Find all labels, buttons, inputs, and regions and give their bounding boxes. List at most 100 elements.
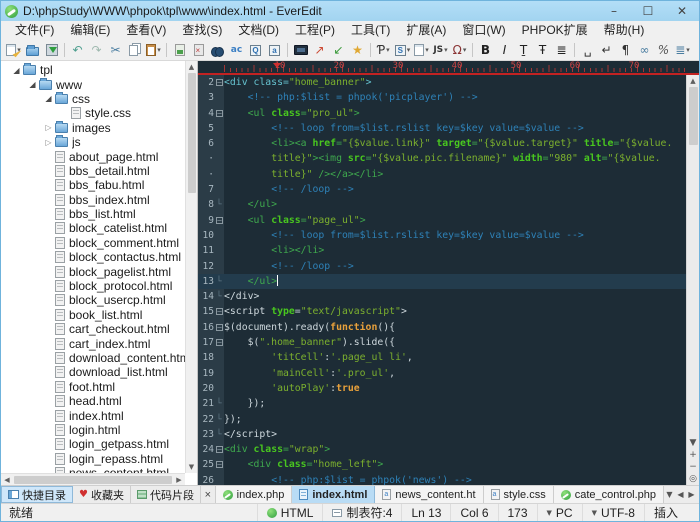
tree-item-download_list.html[interactable]: download_list.html xyxy=(1,365,197,379)
code-line-18[interactable]: 18'titCell':'.page_ul li', xyxy=(198,350,686,365)
tree-item-about_page.html[interactable]: about_page.html xyxy=(1,149,197,163)
tree-item-download_content.html[interactable]: download_content.html xyxy=(1,351,197,365)
status-tab-size[interactable]: 制表符:4 xyxy=(322,504,401,521)
zoom-reset-icon[interactable]: ◎ xyxy=(689,473,697,485)
favorites-button[interactable]: ★ xyxy=(349,42,366,59)
menu-item[interactable]: 帮助(H) xyxy=(596,21,653,40)
dropdown-icon[interactable]: ▾ xyxy=(407,46,411,54)
cut-button[interactable]: ✂ xyxy=(107,42,124,59)
tree-item-css[interactable]: ◢css xyxy=(1,92,197,106)
panel-tab-收藏夹[interactable]: ♥收藏夹 xyxy=(73,486,131,503)
show-spaces-button[interactable]: ␣ xyxy=(579,42,596,59)
tree-item-block_pagelist.html[interactable]: block_pagelist.html xyxy=(1,264,197,278)
code-line-13[interactable]: 13└</ul> xyxy=(198,274,686,289)
code-line-·[interactable]: ·title}"><img src="{$value.pic.filename}… xyxy=(198,151,686,166)
dropdown-icon[interactable]: ▾ xyxy=(686,46,690,54)
menu-item[interactable]: 工具(T) xyxy=(343,21,398,40)
code-line-21[interactable]: 21└}); xyxy=(198,396,686,411)
code-line-12[interactable]: 12<!-- /loop --> xyxy=(198,259,686,274)
trim-button[interactable]: % xyxy=(655,42,672,59)
print-button[interactable] xyxy=(171,42,188,59)
fold-collapse-icon[interactable]: – xyxy=(214,442,224,457)
tree-item-head.html[interactable]: head.html xyxy=(1,394,197,408)
scroll-up-icon[interactable]: ▲ xyxy=(189,61,194,73)
tree-expand-icon[interactable]: ◢ xyxy=(11,66,22,75)
tree-item-bbs_index.html[interactable]: bbs_index.html xyxy=(1,193,197,207)
menu-item[interactable]: 查找(S) xyxy=(174,21,230,40)
tree-item-block_contactus.html[interactable]: block_contactus.html xyxy=(1,250,197,264)
tree-item-bbs_fabu.html[interactable]: bbs_fabu.html xyxy=(1,178,197,192)
code-line-23[interactable]: 23└</script> xyxy=(198,427,686,442)
doc-tab-index.html[interactable]: index.html xyxy=(292,486,375,503)
minimize-button[interactable]: – xyxy=(597,1,631,21)
maximize-button[interactable]: ☐ xyxy=(631,1,665,21)
editor-window-button[interactable] xyxy=(292,42,309,59)
zoom-out-icon[interactable]: − xyxy=(689,461,697,473)
tree-item-bbs_list.html[interactable]: bbs_list.html xyxy=(1,207,197,221)
status-encoding-select[interactable]: ▼ UTF-8 xyxy=(582,504,644,521)
fold-collapse-icon[interactable]: – xyxy=(214,75,224,90)
replace-button[interactable]: ac xyxy=(228,42,245,59)
tree-item-cart_checkout.html[interactable]: cart_checkout.html xyxy=(1,322,197,336)
menu-item[interactable]: PHPOK扩展 xyxy=(514,21,596,40)
close-button[interactable]: ✕ xyxy=(665,1,699,21)
tree-vertical-scrollbar[interactable]: ▲ ▼ xyxy=(185,61,197,473)
highlight-button[interactable]: a xyxy=(266,42,283,59)
tree-expand-icon[interactable]: ◢ xyxy=(27,80,38,89)
menu-item[interactable]: 文件(F) xyxy=(7,21,62,40)
dropdown-icon[interactable]: ▾ xyxy=(444,46,448,54)
paste-button[interactable]: ▾ xyxy=(145,42,162,59)
scroll-down-icon[interactable]: ▼ xyxy=(690,437,697,449)
tree-item-images[interactable]: ▷images xyxy=(1,121,197,135)
zoom-in-icon[interactable]: + xyxy=(689,449,697,461)
scroll-left-icon[interactable]: ◀ xyxy=(1,476,13,484)
tree-vscroll-thumb[interactable] xyxy=(188,73,196,193)
code-line-11[interactable]: 11<li></li> xyxy=(198,243,686,258)
dropdown-icon[interactable]: ▾ xyxy=(425,46,429,54)
code-editor[interactable]: 10203040506070 2–<div class="home_banner… xyxy=(198,61,699,485)
menu-item[interactable]: 查看(V) xyxy=(118,21,174,40)
code-line-3[interactable]: 3<!-- php:$list = phpok('picplayer') --> xyxy=(198,90,686,105)
code-line-25[interactable]: 25–<div class="home_left"> xyxy=(198,457,686,472)
editor-scroll-thumb[interactable] xyxy=(689,87,698,145)
code-line-24[interactable]: 24–<div class="wrap"> xyxy=(198,442,686,457)
tree-expand-icon[interactable]: ◢ xyxy=(43,94,54,103)
tree-item-www[interactable]: ◢www xyxy=(1,77,197,91)
code-line-·[interactable]: ·title}" /></a></li> xyxy=(198,167,686,182)
tree-item-login_getpass.html[interactable]: login_getpass.html xyxy=(1,437,197,451)
strikethrough-button[interactable]: Ŧ xyxy=(534,42,551,59)
redo-button[interactable]: ↷ xyxy=(88,42,105,59)
fold-collapse-icon[interactable]: – xyxy=(214,335,224,350)
save-all-button[interactable] xyxy=(43,42,60,59)
tree-hscroll-thumb[interactable] xyxy=(14,476,172,484)
tree-item-foot.html[interactable]: foot.html xyxy=(1,380,197,394)
tree-item-block_comment.html[interactable]: block_comment.html xyxy=(1,236,197,250)
tree-item-block_catelist.html[interactable]: block_catelist.html xyxy=(1,221,197,235)
code-line-7[interactable]: 7<!-- /loop --> xyxy=(198,182,686,197)
tree-item-tpl[interactable]: ◢tpl xyxy=(1,63,197,77)
find-button[interactable] xyxy=(209,42,226,59)
undo-button[interactable]: ↶ xyxy=(69,42,86,59)
code-line-19[interactable]: 19'mainCell':'.pro_ul', xyxy=(198,366,686,381)
close-document-button[interactable] xyxy=(190,42,207,59)
copy-button[interactable] xyxy=(126,42,143,59)
menu-item[interactable]: 扩展(A) xyxy=(398,21,454,40)
doc-tab-news_content.ht[interactable]: news_content.ht xyxy=(375,486,483,503)
show-linebreak-button[interactable]: ↵ xyxy=(598,42,615,59)
snippet-button[interactable]: S▾ xyxy=(394,42,411,59)
code-line-5[interactable]: 5<!-- loop from=$list.rslist key=$key va… xyxy=(198,121,686,136)
macro-button[interactable]: Ƥ▾ xyxy=(375,42,392,59)
code-line-2[interactable]: 2–<div class="home_banner"> xyxy=(198,75,686,90)
hyperlink-button[interactable]: ∞ xyxy=(636,42,653,59)
tab-scroll-left-icon[interactable]: ◀ xyxy=(675,490,686,499)
template-button[interactable]: ▾ xyxy=(413,42,430,59)
tree-expand-icon[interactable]: ▷ xyxy=(43,138,54,147)
status-eol-select[interactable]: ▼ PC xyxy=(537,504,582,521)
scroll-right-icon[interactable]: ▶ xyxy=(173,476,185,484)
tab-list-dropdown-icon[interactable]: ▼ xyxy=(664,490,675,499)
panel-tab-代码片段[interactable]: 代码片段 xyxy=(131,486,201,503)
tree-item-bbs_detail.html[interactable]: bbs_detail.html xyxy=(1,164,197,178)
symbols-button[interactable]: Ω▾ xyxy=(451,42,468,59)
panel-tab-快捷目录[interactable]: 快捷目录 xyxy=(1,486,73,503)
list-button[interactable]: ≣▾ xyxy=(674,42,691,59)
